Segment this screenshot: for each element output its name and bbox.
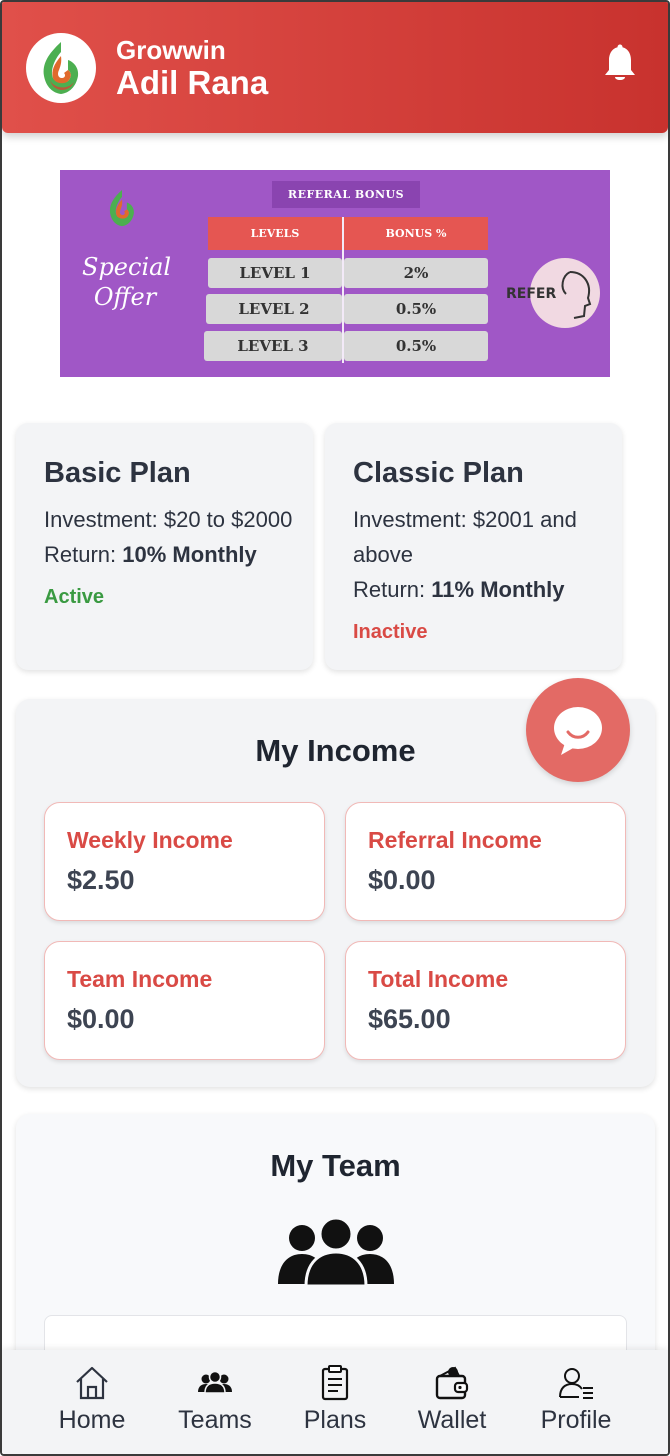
banner-title: REFERAL BONUS	[272, 181, 420, 208]
refer-text: REFER	[506, 286, 557, 302]
banner-bonus-cell: 2%	[344, 258, 488, 288]
bottom-nav: Home Teams Plans Wallet Profile	[2, 1350, 668, 1454]
special-offer-text: Special Offer	[82, 253, 172, 311]
total-income-card[interactable]: Total Income $65.00	[345, 941, 626, 1060]
nav-label: Home	[58, 1406, 126, 1434]
income-label: Referral Income	[368, 827, 542, 853]
plan-return: Return: 11% Monthly	[353, 577, 565, 602]
banner-level-cell: LEVEL 3	[204, 331, 342, 361]
weekly-income-card[interactable]: Weekly Income $2.50	[44, 802, 325, 921]
referral-banner[interactable]: Special Offer REFERAL BONUS LEVELS BONUS…	[60, 170, 610, 377]
plan-name: Basic Plan	[44, 457, 191, 489]
banner-col-bonus: BONUS %	[344, 217, 488, 250]
plan-name: Classic Plan	[353, 457, 524, 489]
team-title: My Team	[270, 1148, 401, 1183]
nav-profile[interactable]: Profile	[534, 1350, 618, 1454]
income-label: Team Income	[67, 966, 213, 992]
plan-status: Inactive	[353, 621, 428, 643]
profile-icon	[559, 1368, 593, 1399]
banner-logo-icon	[109, 189, 134, 227]
plan-investment: Investment: $20 to $2000	[44, 507, 293, 532]
app-frame: Growwin Adil Rana Special Offer REFERAL …	[0, 0, 670, 1456]
team-icon	[278, 1216, 394, 1286]
income-value: $0.00	[368, 865, 436, 895]
wallet-icon	[435, 1366, 469, 1400]
app-logo	[26, 32, 96, 103]
chat-button[interactable]	[526, 678, 630, 782]
bell-icon[interactable]	[602, 44, 638, 84]
nav-plans[interactable]: Plans	[298, 1350, 372, 1454]
banner-bonus-cell: 0.5%	[344, 331, 488, 361]
banner-level-cell: LEVEL 1	[208, 258, 342, 288]
nav-teams[interactable]: Teams	[172, 1350, 258, 1454]
nav-label: Teams	[178, 1406, 252, 1434]
team-income-card[interactable]: Team Income $0.00	[44, 941, 325, 1060]
user-name: Adil Rana	[116, 63, 269, 101]
plan-return: Return: 10% Monthly	[44, 542, 257, 567]
plan-card-basic[interactable]: Basic Plan Investment: $20 to $2000 Retu…	[16, 423, 313, 670]
plan-status: Active	[44, 586, 105, 608]
nav-wallet[interactable]: Wallet	[412, 1350, 492, 1454]
nav-label: Profile	[540, 1406, 612, 1434]
banner-bonus-cell: 0.5%	[344, 294, 488, 324]
income-value: $2.50	[67, 865, 135, 895]
income-value: $65.00	[368, 1004, 451, 1034]
header-brand: Growwin Adil Rana	[116, 37, 268, 99]
home-icon	[76, 1366, 108, 1400]
plan-investment: Investment: $2001 and above	[353, 507, 577, 567]
app-header: Growwin Adil Rana	[2, 2, 668, 133]
referral-income-card[interactable]: Referral Income $0.00	[345, 802, 626, 921]
banner-divider	[342, 217, 344, 363]
nav-label: Plans	[303, 1406, 367, 1434]
nav-label: Wallet	[417, 1406, 487, 1434]
teams-icon	[198, 1370, 232, 1394]
chat-icon	[554, 707, 602, 755]
income-label: Weekly Income	[67, 827, 233, 853]
banner-level-cell: LEVEL 2	[206, 294, 342, 324]
income-value: $0.00	[67, 1004, 135, 1034]
banner-col-levels: LEVELS	[208, 217, 342, 250]
plans-icon	[321, 1365, 349, 1401]
plan-card-classic[interactable]: Classic Plan Investment: $2001 and above…	[325, 423, 622, 670]
app-name: Growwin	[116, 34, 226, 65]
income-label: Total Income	[368, 966, 509, 992]
nav-home[interactable]: Home	[54, 1350, 130, 1454]
